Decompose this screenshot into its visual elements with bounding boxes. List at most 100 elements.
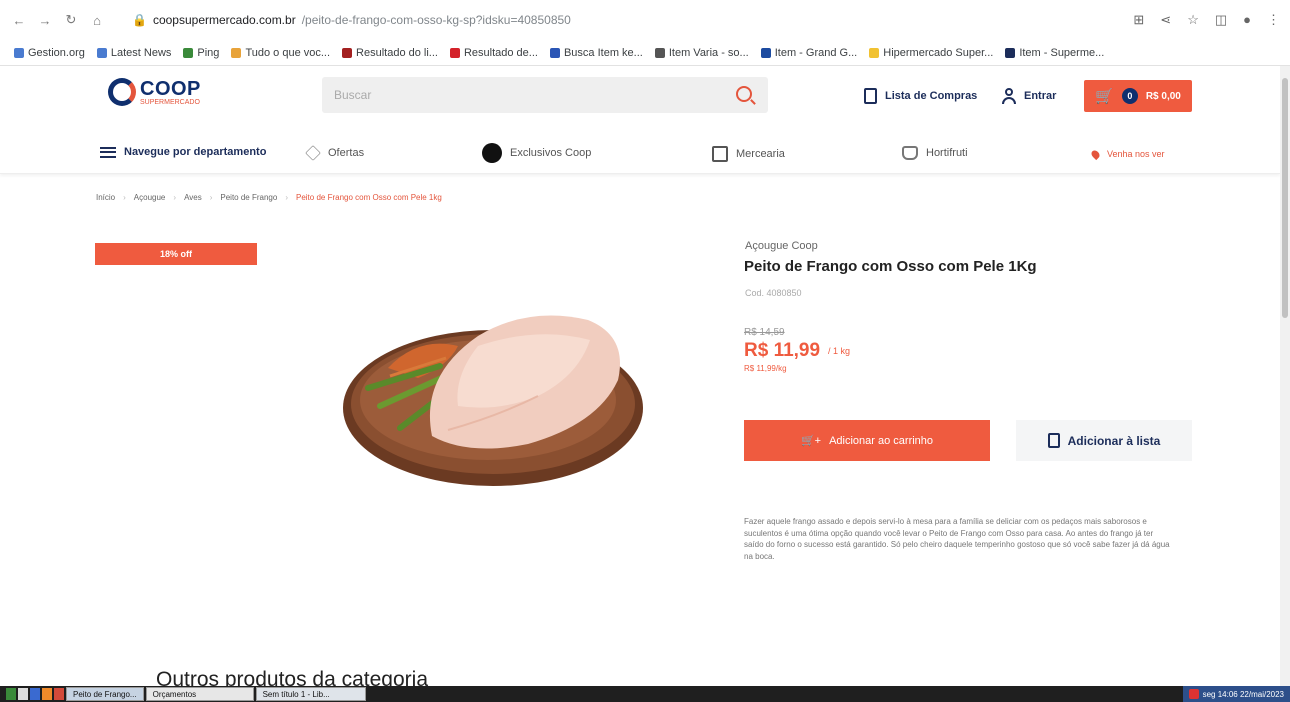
logo-text: COOP (140, 77, 201, 100)
bookmark-favicon-icon (231, 47, 242, 58)
nav-offers-label: Ofertas (328, 147, 365, 159)
bookmark-favicon-icon (449, 47, 460, 58)
breadcrumb-item[interactable]: Aves (184, 193, 202, 202)
nav-exclusive-label: Exclusivos Coop (510, 147, 592, 159)
bookmark-item[interactable]: Latest News (96, 46, 172, 59)
product-sku: Cod. 4080850 (745, 288, 802, 298)
menu-icon[interactable]: ⋮ (1267, 12, 1280, 28)
start-menu-icon[interactable] (6, 688, 16, 700)
bookmark-item[interactable]: Busca Item ke... (549, 46, 643, 59)
product-brand[interactable]: Açougue Coop (745, 240, 818, 252)
bookmark-item[interactable]: Item Varia - so... (654, 47, 749, 59)
add-to-list-button[interactable]: Adicionar à lista (1016, 420, 1192, 461)
bookmark-favicon-icon (1005, 47, 1016, 58)
taskbar-task[interactable]: Sem título 1 - Lib... (255, 687, 366, 701)
coop-logo[interactable]: COOP SUPERMERCADO (108, 78, 201, 106)
nav-store[interactable]: Venha nos ver (1089, 148, 1165, 160)
product-image[interactable] (328, 296, 658, 506)
product-title: Peito de Frango com Osso com Pele 1Kg (744, 258, 1037, 275)
bookmark-favicon-icon (342, 47, 353, 58)
bookmark-item[interactable]: Resultado do li... (342, 47, 438, 59)
site-header: COOP SUPERMERCADO Buscar Lista de Compra… (0, 66, 1280, 128)
bookmark-label: Ping (197, 46, 220, 59)
location-pin-icon (1089, 148, 1102, 160)
firefox-icon[interactable] (42, 688, 52, 700)
grocery-icon (712, 146, 728, 162)
coop-badge-icon (482, 143, 502, 163)
reload-icon[interactable]: ↻ (62, 11, 80, 29)
scroll-thumb[interactable] (1282, 78, 1288, 318)
tray-icon[interactable] (1188, 689, 1199, 699)
taskbar-task[interactable]: Orçamentos (145, 687, 254, 701)
files-icon[interactable] (30, 688, 40, 700)
breadcrumb-current: Peito de Frango com Osso com Pele 1kg (295, 193, 442, 202)
bookmark-item[interactable]: Item - Grand G... (760, 46, 858, 59)
search-icon[interactable] (736, 86, 752, 102)
shopping-list-label: Lista de Compras (885, 90, 978, 102)
clipboard-icon (864, 88, 877, 104)
browse-departments-label: Navegue por departamento (124, 146, 267, 158)
bookmark-item[interactable]: Ping (183, 47, 219, 59)
login-label: Entrar (1024, 90, 1057, 102)
price-unit: / 1 kg (828, 346, 851, 356)
clock[interactable]: seg 14:06 22/mai/2023 (1203, 690, 1284, 699)
page-scrollbar[interactable] (1280, 66, 1290, 686)
forward-icon[interactable]: → (36, 11, 54, 29)
bookmark-favicon-icon (549, 47, 560, 58)
app-icon[interactable] (54, 688, 64, 700)
bookmark-favicon-icon (654, 47, 665, 58)
search-input[interactable]: Buscar (322, 77, 768, 113)
bookmark-item[interactable]: Resultado de... (449, 47, 538, 59)
discount-badge: 18% off (95, 243, 257, 265)
nav-exclusive[interactable]: Exclusivos Coop (482, 143, 591, 163)
bookmark-favicon-icon (183, 47, 194, 58)
price-per-kg: R$ 11,99/kg (744, 364, 787, 373)
bookmark-item[interactable]: Hipermercado Super... (869, 47, 993, 59)
cart-button[interactable]: 🛒 0 R$ 0,00 (1084, 80, 1192, 112)
os-taskbar: Peito de Frango... Orçamentos Sem título… (0, 686, 1290, 702)
nav-grocery[interactable]: Mercearia (712, 146, 785, 162)
home-icon[interactable]: ⌂ (88, 11, 106, 29)
star-icon[interactable]: ☆ (1187, 12, 1199, 28)
logo-subtext: SUPERMERCADO (140, 98, 200, 106)
add-to-cart-button[interactable]: 🛒+ Adicionar ao carrinho (744, 420, 990, 461)
login-link[interactable]: Entrar (1002, 88, 1056, 104)
logo-mark (108, 78, 136, 106)
url-host: coopsupermercado.com.br (152, 13, 296, 27)
shopping-list-link[interactable]: Lista de Compras (864, 88, 977, 104)
bookmark-label: Tudo o que voc... (245, 46, 331, 59)
bookmark-item[interactable]: Gestion.org (14, 47, 85, 59)
lock-icon: 🔒 (132, 13, 147, 27)
bookmarks-bar: Gestion.org Latest News Ping Tudo o que voc… (0, 40, 1290, 66)
breadcrumb-separator: › (209, 193, 213, 202)
show-desktop-icon[interactable] (18, 688, 28, 700)
bookmark-item[interactable]: Tudo o que voc... (231, 47, 330, 59)
nav-hortifruti[interactable]: Hortifruti (902, 146, 968, 160)
profile-icon[interactable]: ● (1243, 12, 1251, 28)
share-icon[interactable]: ⋖ (1160, 12, 1171, 28)
nav-offers[interactable]: Ofertas (305, 145, 365, 161)
basket-icon (902, 146, 918, 160)
breadcrumb-item[interactable]: Início (96, 193, 115, 202)
bookmark-label: Busca Item ke... (563, 46, 643, 59)
bookmark-label: Latest News (110, 46, 172, 59)
bookmark-label: Resultado do li... (356, 46, 438, 59)
taskbar-task[interactable]: Peito de Frango... (66, 687, 144, 701)
cart-total: R$ 0,00 (1145, 90, 1181, 102)
cart-plus-icon: 🛒+ (800, 435, 822, 447)
bookmark-label: Gestion.org (28, 46, 85, 59)
back-icon[interactable]: ← (10, 11, 28, 29)
nav-hortifruti-label: Hortifruti (926, 147, 968, 159)
hamburger-icon (100, 146, 116, 158)
translate-icon[interactable]: ⊞ (1133, 12, 1144, 28)
sidepanel-icon[interactable]: ◫ (1215, 12, 1227, 28)
breadcrumb-item[interactable]: Peito de Frango (220, 193, 277, 202)
nav-store-label: Venha nos ver (1107, 149, 1165, 159)
browse-departments-button[interactable]: Navegue por departamento (100, 146, 266, 158)
bookmark-item[interactable]: Item - Superme... (1005, 47, 1104, 59)
address-bar[interactable]: 🔒 coopsupermercado.com.br/peito-de-frang… (132, 13, 571, 27)
breadcrumb-item[interactable]: Açougue (134, 193, 166, 202)
bookmark-label: Item - Grand G... (774, 46, 858, 59)
bookmark-favicon-icon (869, 47, 880, 58)
bookmark-label: Hipermercado Super... (883, 46, 994, 59)
